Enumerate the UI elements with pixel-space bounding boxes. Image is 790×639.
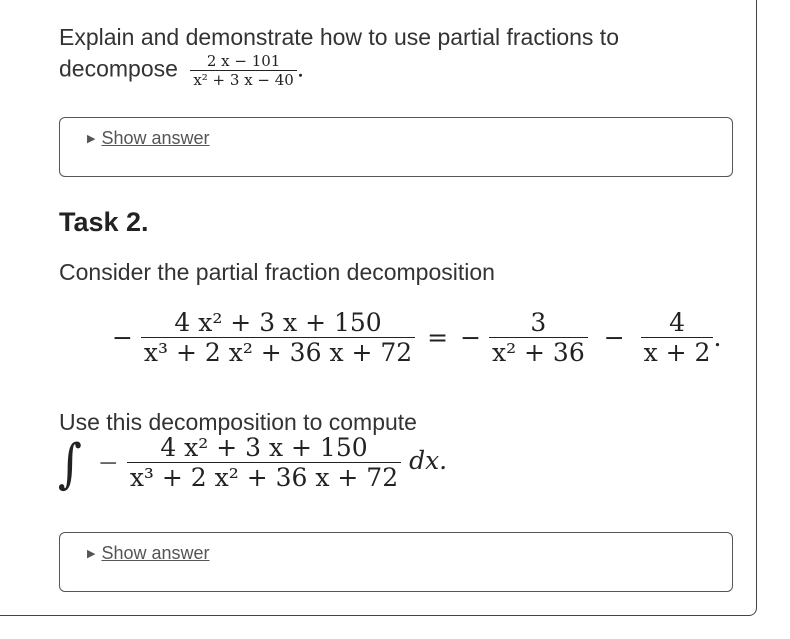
task1-prompt-line2: decompose 2 x − 101 x² + 3 x − 40 . (59, 52, 304, 89)
integral-denominator: x³ + 2 x² + 36 x + 72 (129, 463, 399, 492)
equation-lhs-denominator: x³ + 2 x² + 36 x + 72 (143, 338, 413, 367)
integral-expression: ∫ − 4 x² + 3 x + 150 x³ + 2 x² + 36 x + … (58, 431, 448, 494)
integral-minus-sign: − (97, 448, 119, 477)
task2-intro: Consider the partial fraction decomposit… (59, 259, 495, 285)
task1-fraction-numerator: 2 x − 101 (206, 52, 281, 70)
equation-term1-numerator: 3 (530, 308, 547, 337)
equation-term1-sign: − (460, 323, 482, 352)
equation-equals: = (427, 323, 449, 352)
task1-period: . (296, 56, 305, 83)
task2-show-answer-label[interactable]: Show answer (101, 543, 209, 563)
equation-term1-fraction: 3 x² + 36 (488, 308, 588, 367)
task1-answer-box[interactable]: ▶ Show answer (59, 117, 733, 177)
decomposition-equation: − 4 x² + 3 x + 150 x³ + 2 x² + 36 x + 72… (112, 308, 721, 367)
equation-lhs-numerator: 4 x² + 3 x + 150 (174, 308, 382, 337)
equation-term2-denominator: x + 2 (643, 338, 711, 367)
equation-term2-sign: − (603, 323, 625, 352)
equation-term1-denominator: x² + 36 (491, 338, 585, 367)
task2-answer-box[interactable]: ▶ Show answer (59, 532, 733, 592)
task2-heading: Task 2. (59, 207, 149, 237)
integral-sign-icon: ∫ (58, 431, 82, 494)
equation-lhs-fraction: 4 x² + 3 x + 150 x³ + 2 x² + 36 x + 72 (140, 308, 416, 367)
task1-show-answer-label[interactable]: Show answer (101, 128, 209, 148)
task2-use-text: Use this decomposition to compute (59, 409, 417, 435)
equation-period: . (713, 323, 722, 352)
integral-dx: dx. (409, 446, 448, 475)
integral-numerator: 4 x² + 3 x + 150 (160, 433, 368, 462)
equation-term2-fraction: 4 x + 2 (640, 308, 714, 367)
task1-show-answer-toggle[interactable]: ▶ Show answer (87, 128, 210, 149)
equation-lhs-sign: − (112, 323, 133, 352)
integral-fraction: 4 x² + 3 x + 150 x³ + 2 x² + 36 x + 72 (126, 433, 402, 492)
task1-decompose-word: decompose (59, 55, 178, 82)
disclosure-triangle-icon: ▶ (87, 548, 96, 560)
task1-prompt-line1: Explain and demonstrate how to use parti… (59, 24, 619, 50)
disclosure-triangle-icon: ▶ (87, 133, 96, 145)
equation-term2-numerator: 4 (669, 308, 685, 337)
task2-show-answer-toggle[interactable]: ▶ Show answer (87, 543, 210, 564)
task1-fraction-denominator: x² + 3 x − 40 (193, 71, 294, 89)
task1-fraction: 2 x − 101 x² + 3 x − 40 (190, 52, 297, 89)
